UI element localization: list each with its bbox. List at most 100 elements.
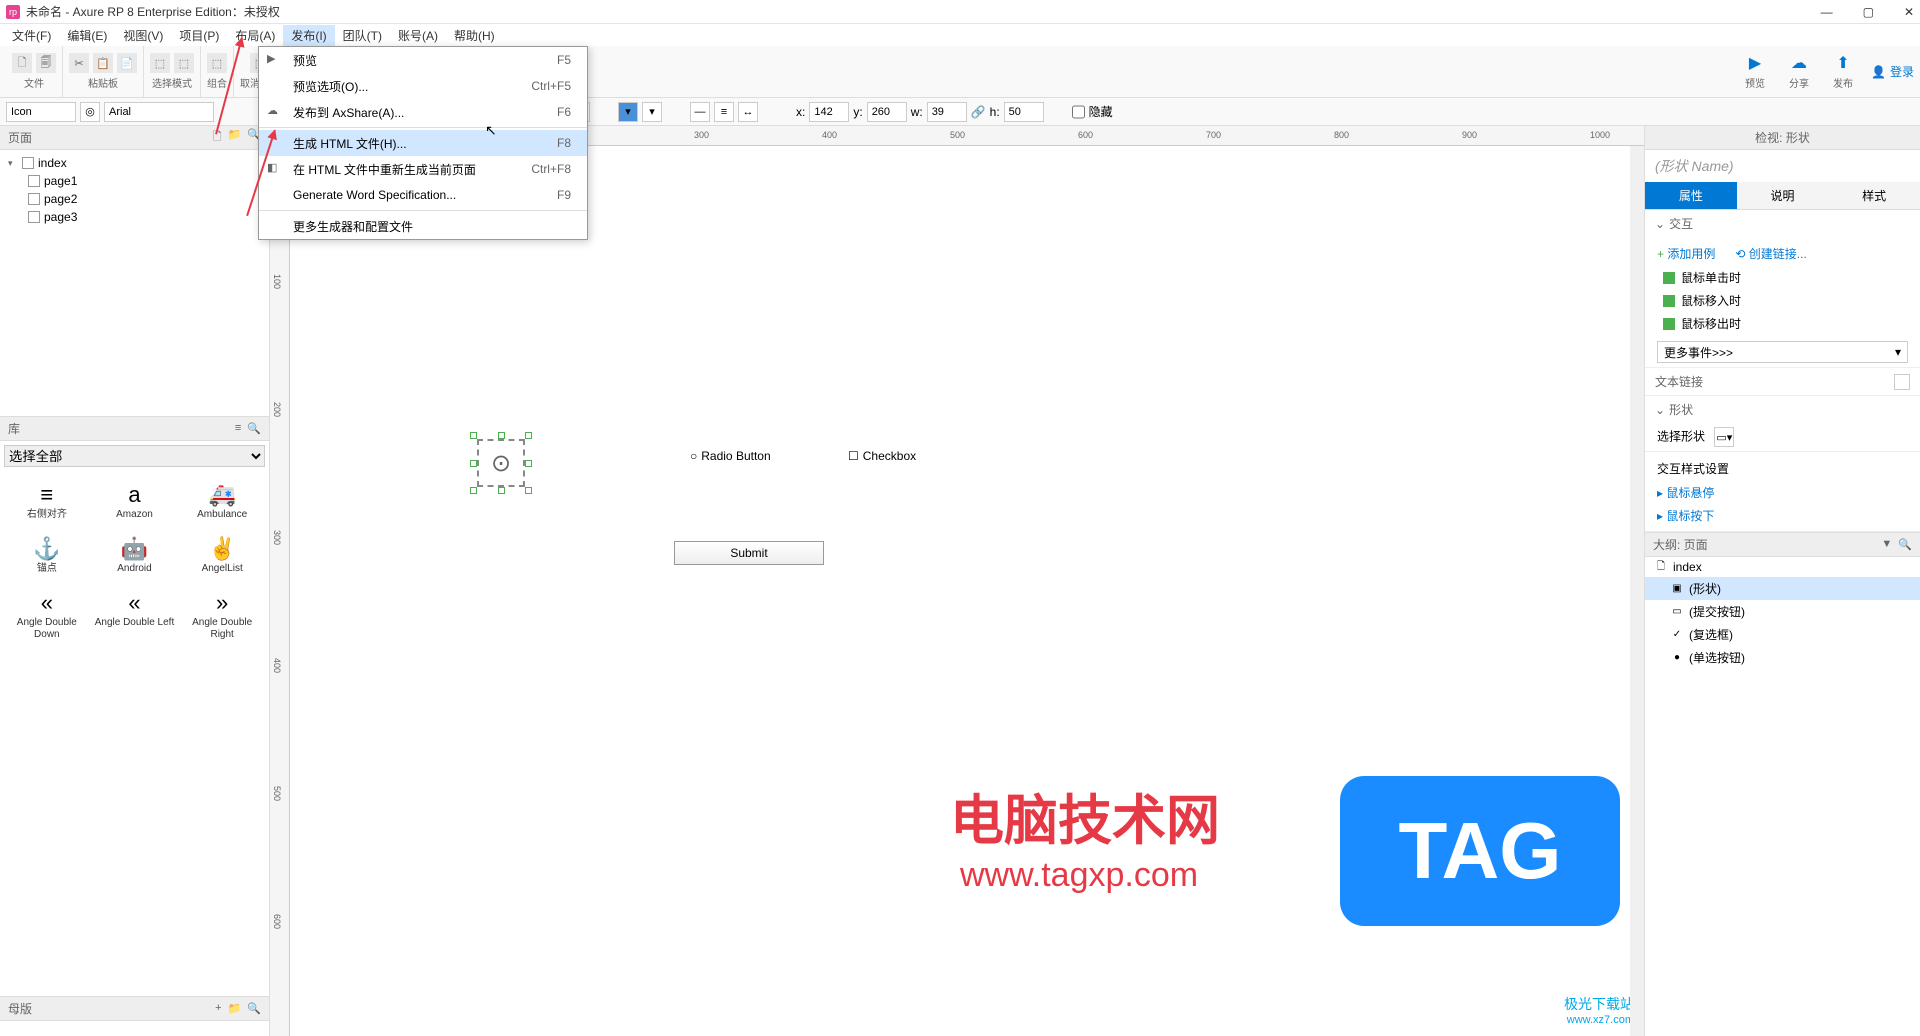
add-case-link[interactable]: + 添加用例 — [1657, 245, 1715, 262]
resize-handle-bm[interactable] — [498, 487, 505, 494]
tool-button[interactable]: 📋 — [93, 53, 113, 73]
outline-item[interactable]: ▭(提交按钮) — [1645, 600, 1920, 623]
dropdown-item[interactable]: Generate Word Specification...F9 — [259, 182, 587, 208]
outline-item[interactable]: 🗋index — [1645, 557, 1920, 577]
library-item[interactable]: 🤖Android — [92, 529, 178, 581]
w-input[interactable] — [927, 102, 967, 122]
dropdown-item[interactable]: ▶预览F5 — [259, 47, 587, 73]
library-selector[interactable]: 选择全部 — [4, 445, 265, 467]
dropdown-item[interactable]: ◧在 HTML 文件中重新生成当前页面Ctrl+F8 — [259, 156, 587, 182]
dropdown-item[interactable]: ☁发布到 AxShare(A)...F6 — [259, 99, 587, 125]
library-item[interactable]: 🚑Ambulance — [179, 475, 265, 527]
outline-item[interactable]: ✓(复选框) — [1645, 623, 1920, 646]
y-input[interactable] — [867, 102, 907, 122]
resize-handle-bl[interactable] — [470, 487, 477, 494]
selected-shape[interactable]: ⊙ — [474, 436, 528, 490]
shape-section-title[interactable]: ⌄ 形状 — [1645, 396, 1920, 423]
shape-name-input[interactable]: (形状 Name) — [1645, 150, 1920, 182]
border-color-icon[interactable]: ▾ — [642, 102, 662, 122]
resize-handle-tm[interactable] — [498, 432, 505, 439]
resize-handle-tl[interactable] — [470, 432, 477, 439]
outline-search-icon[interactable]: 🔍 — [1898, 538, 1912, 551]
tool-button[interactable]: 📄 — [117, 53, 137, 73]
interactions-title[interactable]: ⌄ 交互 — [1645, 210, 1920, 237]
lib-menu-icon[interactable]: ≡ — [235, 422, 241, 435]
widget-type-select[interactable] — [6, 102, 76, 122]
menu-2[interactable]: 视图(V) — [115, 25, 171, 46]
font-select[interactable] — [104, 102, 214, 122]
library-item[interactable]: «Angle Double Down — [4, 583, 90, 647]
menu-5[interactable]: 发布(I) — [283, 25, 334, 46]
hover-style-link[interactable]: ▸ 鼠标悬停 — [1657, 481, 1908, 504]
tool-button[interactable]: 🗋 — [12, 53, 32, 73]
library-item[interactable]: ✌AngelList — [179, 529, 265, 581]
maximize-button[interactable]: ▢ — [1863, 5, 1874, 19]
tool-button[interactable]: 🗐 — [36, 53, 56, 73]
add-master-icon[interactable]: + — [215, 1002, 221, 1015]
h-input[interactable] — [1004, 102, 1044, 122]
hidden-checkbox[interactable] — [1072, 102, 1085, 122]
more-events-select[interactable]: 更多事件>>>▾ — [1657, 341, 1908, 363]
target-icon[interactable]: ◎ — [80, 102, 100, 122]
pressed-style-link[interactable]: ▸ 鼠标按下 — [1657, 504, 1908, 527]
canvas-radio-button[interactable]: ○ Radio Button — [690, 449, 771, 463]
library-item[interactable]: aAmazon — [92, 475, 178, 527]
event-item[interactable]: 鼠标单击时 — [1657, 266, 1908, 289]
lock-aspect-icon[interactable]: 🔗 — [971, 105, 986, 119]
inspector-tab-1[interactable]: 说明 — [1737, 182, 1829, 209]
inspector-tab-2[interactable]: 样式 — [1828, 182, 1920, 209]
menu-7[interactable]: 账号(A) — [390, 25, 446, 46]
tool-button[interactable]: ✂ — [69, 53, 89, 73]
shape-picker[interactable]: ▭▾ — [1714, 427, 1734, 447]
tool-button[interactable]: ⬚ — [174, 53, 194, 73]
login-button[interactable]: 👤 登录 — [1871, 63, 1914, 80]
line-width-icon[interactable]: ≡ — [714, 102, 734, 122]
add-folder-icon[interactable]: 📁 — [228, 128, 242, 147]
arrow-icon[interactable]: ↔ — [738, 102, 758, 122]
outline-item[interactable]: ▣(形状) — [1645, 577, 1920, 600]
text-link-button[interactable] — [1894, 374, 1910, 390]
dropdown-item[interactable]: 生成 HTML 文件(H)...F8 — [259, 130, 587, 156]
outline-filter-icon[interactable]: ▼ — [1881, 538, 1892, 551]
lib-search-icon[interactable]: 🔍 — [247, 422, 261, 435]
line-style-icon[interactable]: — — [690, 102, 710, 122]
tool-button[interactable]: ⬚ — [207, 53, 227, 73]
canvas-checkbox[interactable]: ☐ Checkbox — [848, 449, 916, 463]
event-item[interactable]: 鼠标移入时 — [1657, 289, 1908, 312]
page-tree-item[interactable]: page1 — [4, 172, 265, 190]
event-item[interactable]: 鼠标移出时 — [1657, 312, 1908, 335]
menu-6[interactable]: 团队(T) — [335, 25, 390, 46]
fill-color-icon[interactable]: ▾ — [618, 102, 638, 122]
resize-handle-br[interactable] — [525, 487, 532, 494]
create-link-link[interactable]: ⟲ 创建链接... — [1735, 245, 1806, 262]
menu-3[interactable]: 项目(P) — [171, 25, 227, 46]
library-item[interactable]: «Angle Double Left — [92, 583, 178, 647]
x-input[interactable] — [809, 102, 849, 122]
toolbar-right-预览[interactable]: ▶预览 — [1739, 53, 1771, 90]
library-item[interactable]: ≡右侧对齐 — [4, 475, 90, 527]
tree-toggle-icon[interactable]: ▾ — [8, 158, 18, 169]
tool-button[interactable]: ⬚ — [150, 53, 170, 73]
menu-0[interactable]: 文件(F) — [4, 25, 59, 46]
canvas-scrollbar-v[interactable] — [1630, 146, 1644, 1036]
master-search-icon[interactable]: 🔍 — [247, 1002, 261, 1015]
canvas-submit-button[interactable]: Submit — [674, 541, 824, 565]
dropdown-item[interactable]: 更多生成器和配置文件 — [259, 213, 587, 239]
toolbar-right-发布[interactable]: ⬆发布 — [1827, 53, 1859, 90]
library-item[interactable]: »Angle Double Right — [179, 583, 265, 647]
toolbar-right-分享[interactable]: ☁分享 — [1783, 53, 1815, 90]
inspector-tab-0[interactable]: 属性 — [1645, 182, 1737, 209]
page-tree-root[interactable]: ▾index — [4, 154, 265, 172]
dropdown-item[interactable]: 预览选项(O)...Ctrl+F5 — [259, 73, 587, 99]
minimize-button[interactable]: — — [1821, 5, 1833, 19]
close-button[interactable]: ✕ — [1904, 5, 1914, 19]
menu-8[interactable]: 帮助(H) — [446, 25, 503, 46]
master-folder-icon[interactable]: 📁 — [228, 1002, 242, 1015]
text-link-section[interactable]: 文本链接 — [1645, 368, 1920, 395]
resize-handle-mr[interactable] — [525, 460, 532, 467]
outline-item[interactable]: ●(单选按钮) — [1645, 646, 1920, 669]
library-item[interactable]: ⚓锚点 — [4, 529, 90, 581]
resize-handle-tr[interactable] — [525, 432, 532, 439]
page-tree-item[interactable]: page3 — [4, 208, 265, 226]
resize-handle-ml[interactable] — [470, 460, 477, 467]
